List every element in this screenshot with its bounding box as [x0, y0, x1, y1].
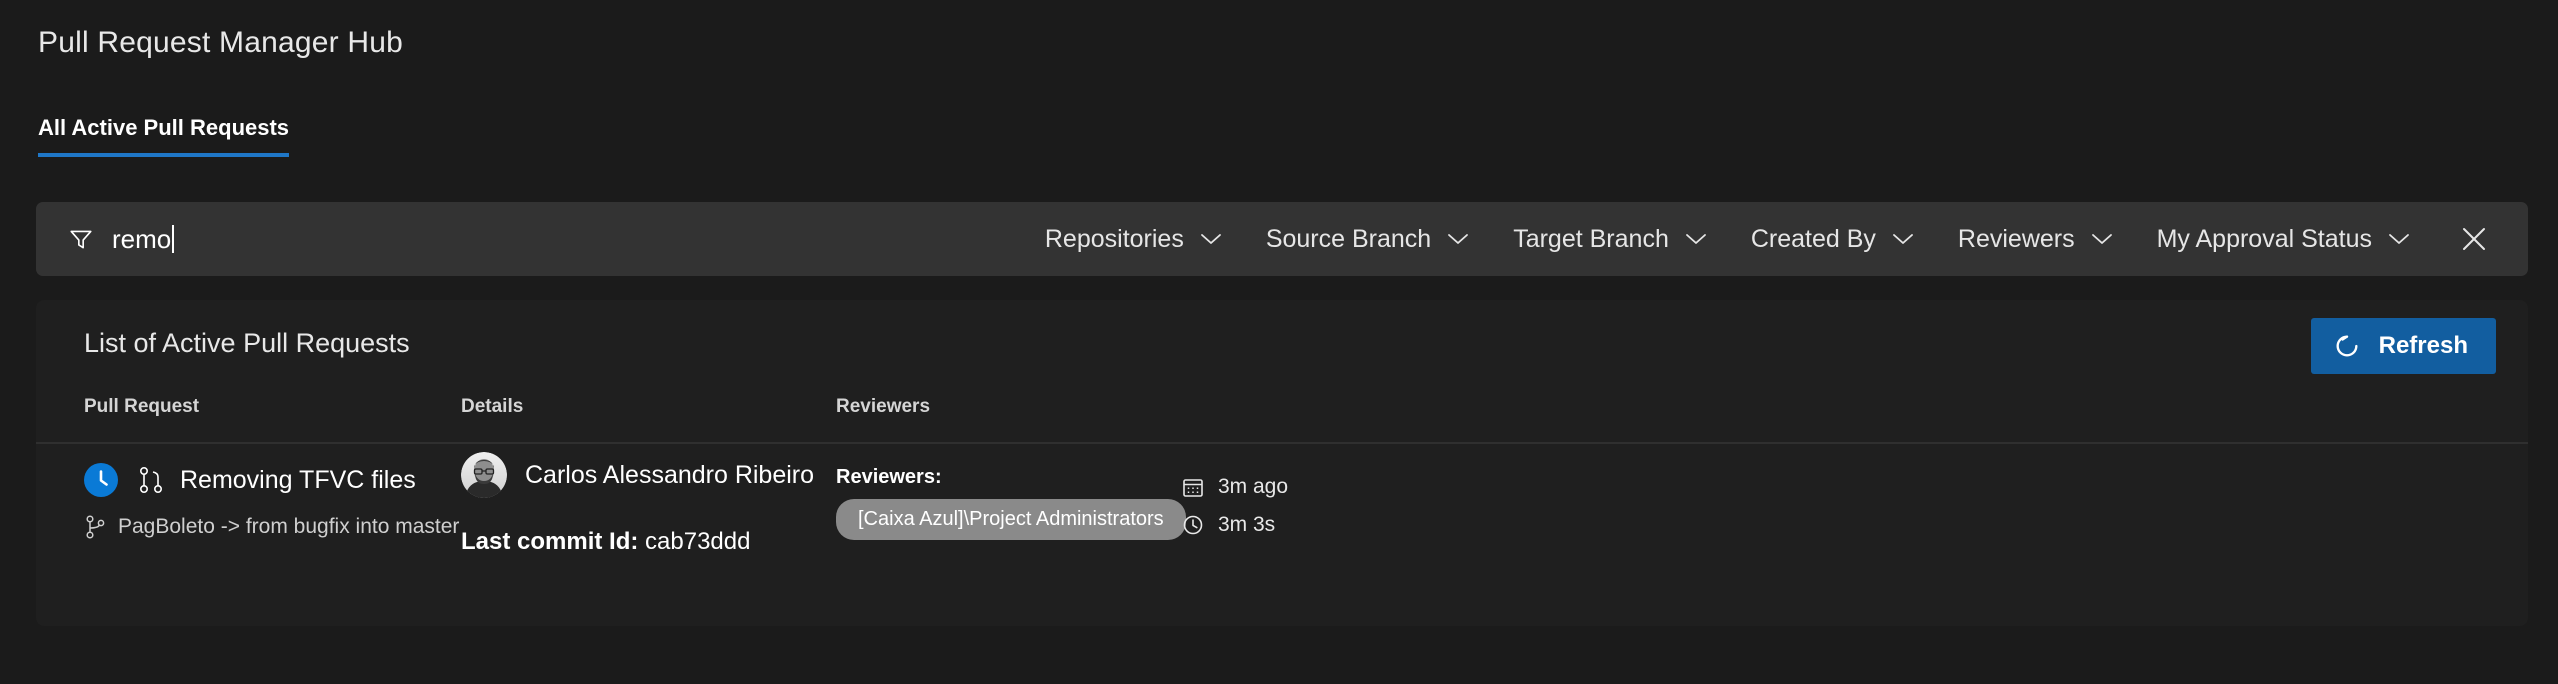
close-icon — [2463, 228, 2485, 250]
filter-dropdown-label: My Approval Status — [2156, 224, 2372, 253]
filter-dropdown-reviewers[interactable]: Reviewers — [1958, 225, 2113, 254]
filter-dropdown-my-approval-status[interactable]: My Approval Status — [2157, 225, 2410, 254]
created-time: 3m ago — [1182, 472, 1288, 502]
pull-request-icon — [139, 466, 162, 493]
column-header-pull-request: Pull Request — [84, 396, 200, 417]
chevron-down-icon — [1200, 234, 1221, 244]
active-pull-requests-card: List of Active Pull Requests Refresh Pul… — [36, 300, 2528, 626]
filter-menu-group: Repositories Source Branch Target Branch… — [548, 219, 2528, 259]
filter-dropdown-created-by[interactable]: Created By — [1751, 225, 1914, 254]
created-time-text: 3m ago — [1218, 475, 1289, 498]
branch-icon — [86, 515, 105, 539]
search-input[interactable]: remo — [68, 224, 548, 255]
search-input-value: remo — [112, 223, 172, 254]
pull-request-title[interactable]: Removing TFVC files — [180, 466, 416, 495]
calendar-icon — [1183, 479, 1203, 497]
last-commit: Last commit Id: cab73ddd — [461, 528, 821, 556]
text-cursor — [172, 225, 175, 253]
table-header-row: Pull Request Details Reviewers — [36, 396, 2528, 444]
cell-timestamps: 3m ago 3m 3s — [1182, 472, 1288, 548]
chevron-down-icon — [2389, 234, 2409, 244]
column-header-details: Details — [461, 396, 524, 417]
clock-icon — [1183, 515, 1203, 535]
clock-status-icon — [84, 463, 118, 497]
filter-dropdown-repositories[interactable]: Repositories — [1045, 225, 1222, 254]
filter-dropdown-target-branch[interactable]: Target Branch — [1513, 225, 1707, 254]
last-commit-id: cab73ddd — [645, 528, 751, 555]
chevron-down-icon — [1685, 234, 1706, 244]
table-row[interactable]: Removing TFVC files PagBoleto -> from bu… — [36, 444, 2528, 572]
page-title: Pull Request Manager Hub — [38, 26, 404, 59]
last-commit-label: Last commit Id: — [461, 528, 639, 555]
card-header: List of Active Pull Requests Refresh — [36, 300, 2528, 396]
chevron-down-icon — [1448, 234, 1469, 244]
chevron-down-icon — [1893, 234, 1913, 244]
filter-dropdown-label: Created By — [1750, 224, 1876, 253]
filter-dropdown-label: Reviewers — [1957, 224, 2075, 253]
cell-details: Carlos Alessandro Ribeiro Last commit Id… — [461, 452, 821, 556]
reviewer-badge[interactable]: [Caixa Azul]\Project Administrators — [836, 499, 1186, 540]
refresh-button[interactable]: Refresh — [2310, 318, 2496, 374]
tab-label: All Active Pull Requests — [38, 115, 290, 140]
filter-dropdown-label: Target Branch — [1513, 224, 1669, 253]
filter-dropdown-source-branch[interactable]: Source Branch — [1266, 225, 1469, 254]
filter-dropdown-label: Repositories — [1044, 224, 1184, 253]
cell-pull-request: Removing TFVC files PagBoleto -> from bu… — [84, 458, 459, 540]
filter-funnel-icon — [70, 230, 92, 249]
column-header-reviewers: Reviewers — [836, 396, 931, 417]
filter-bar: remo Repositories Source Branch Target B… — [36, 202, 2528, 276]
avatar — [461, 452, 507, 498]
tab-selected-underline — [38, 153, 290, 157]
tabstrip: All Active Pull Requests — [38, 115, 290, 165]
duration-time-text: 3m 3s — [1218, 513, 1276, 536]
author-name: Carlos Alessandro Ribeiro — [525, 460, 815, 489]
tab-all-active-pull-requests[interactable]: All Active Pull Requests — [38, 115, 290, 157]
filter-dropdown-label: Source Branch — [1265, 224, 1432, 253]
pull-request-manager-page: Pull Request Manager Hub All Active Pull… — [0, 0, 2558, 684]
refresh-icon — [2336, 335, 2358, 357]
clear-filters-button[interactable] — [2454, 219, 2494, 259]
pull-request-branches: PagBoleto -> from bugfix into master — [118, 515, 460, 538]
refresh-button-label: Refresh — [2378, 332, 2468, 359]
card-title: List of Active Pull Requests — [84, 328, 410, 358]
chevron-down-icon — [2091, 234, 2112, 244]
duration-time: 3m 3s — [1182, 510, 1288, 540]
